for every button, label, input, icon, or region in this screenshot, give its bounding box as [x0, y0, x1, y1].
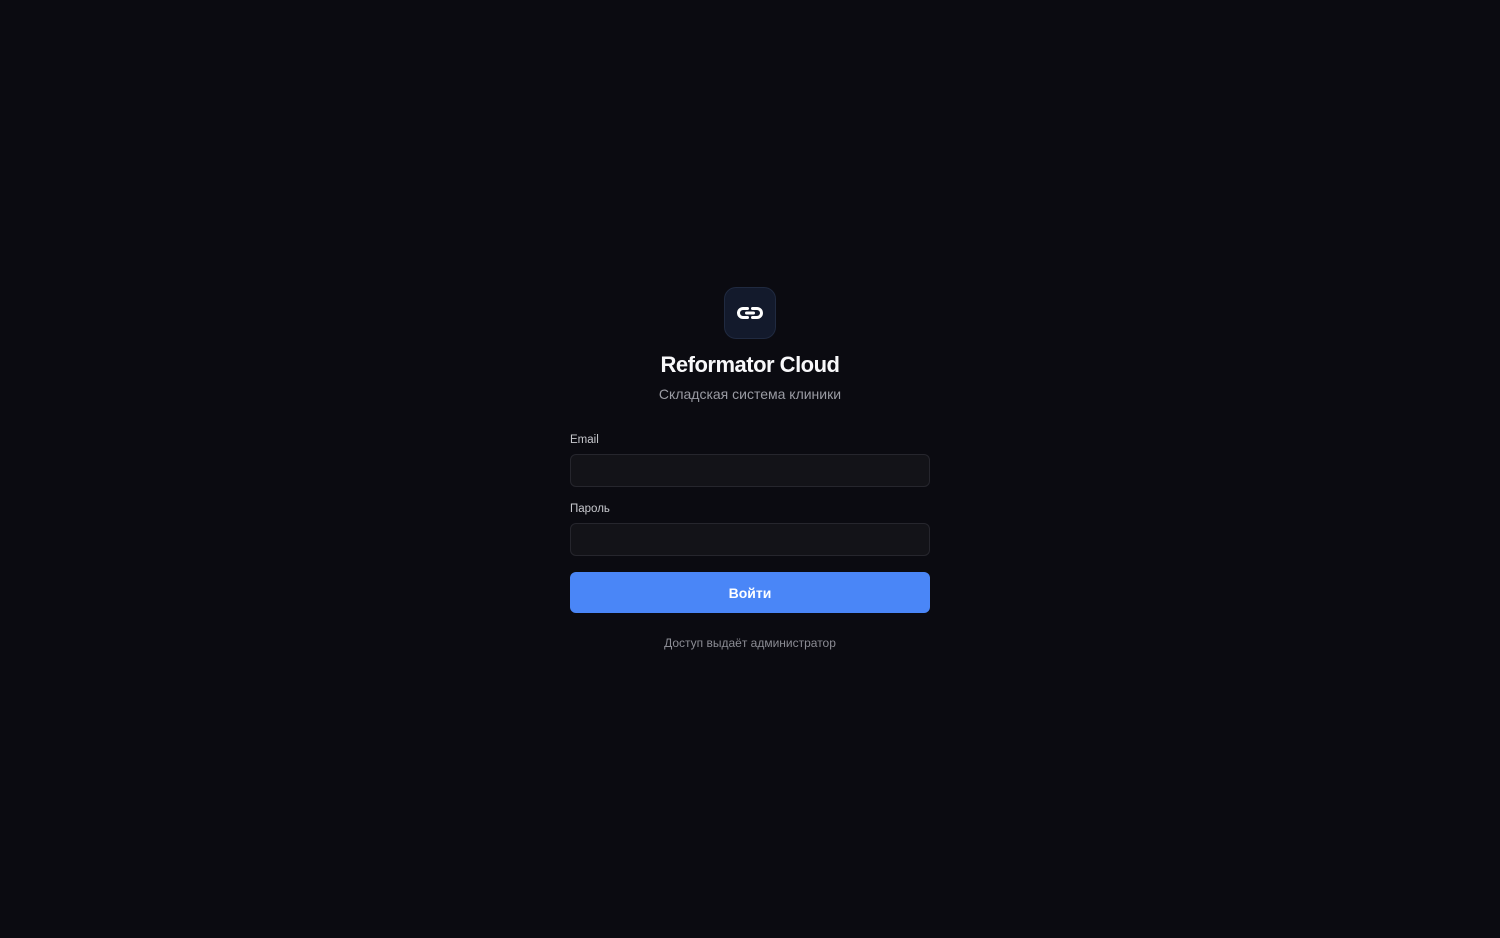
access-note: Доступ выдаёт администратор	[664, 636, 836, 650]
email-field-group: Email	[570, 433, 930, 487]
password-field[interactable]	[570, 523, 930, 556]
app-title: Reformator Cloud	[660, 352, 841, 377]
login-button[interactable]: Войти	[570, 572, 930, 613]
link-icon	[736, 305, 764, 321]
password-label: Пароль	[570, 503, 610, 515]
email-field[interactable]	[570, 454, 930, 487]
password-field-group: Пароль	[570, 502, 930, 556]
login-form: Email Пароль Войти	[570, 433, 930, 613]
login-page: Reformator Cloud Складская система клини…	[0, 0, 1500, 938]
app-subtitle: Складская система клиники	[658, 386, 842, 402]
app-logo	[724, 287, 776, 339]
email-label: Email	[570, 434, 599, 446]
